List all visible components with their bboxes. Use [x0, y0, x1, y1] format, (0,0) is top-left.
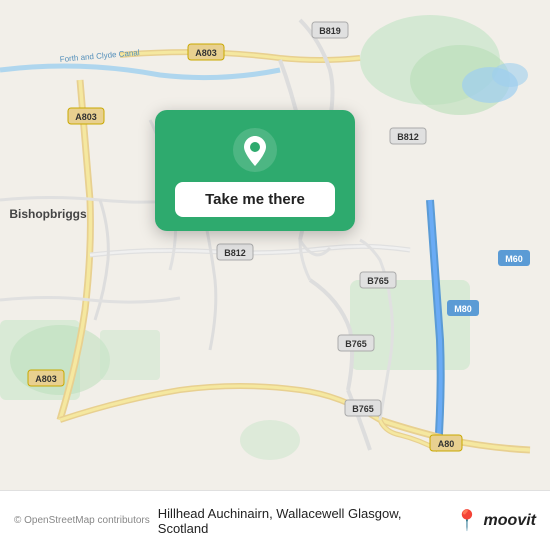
svg-text:A80: A80: [438, 439, 455, 449]
svg-text:B765: B765: [352, 404, 374, 414]
svg-text:A803: A803: [35, 374, 57, 384]
copyright-text: © OpenStreetMap contributors: [14, 515, 150, 526]
svg-text:B765: B765: [367, 276, 389, 286]
svg-text:M60: M60: [505, 254, 523, 264]
svg-text:B819: B819: [319, 26, 341, 36]
svg-text:A803: A803: [75, 112, 97, 122]
svg-text:B812: B812: [224, 248, 246, 258]
map-svg: A803 B819 A803 B812 Bishopbriggs Forth a…: [0, 0, 550, 490]
take-me-there-button[interactable]: Take me there: [175, 182, 335, 217]
svg-text:Bishopbriggs: Bishopbriggs: [9, 207, 87, 221]
svg-text:B812: B812: [397, 132, 419, 142]
moovit-logo: 📍 moovit: [455, 508, 536, 533]
svg-text:B765: B765: [345, 339, 367, 349]
footer-bar: © OpenStreetMap contributors Hillhead Au…: [0, 490, 550, 550]
moovit-brand-text: moovit: [484, 512, 536, 530]
location-popup: Take me there: [155, 110, 355, 231]
location-label: Hillhead Auchinairn, Wallacewell Glasgow…: [158, 506, 447, 536]
road-label-a803-top: A803: [195, 48, 217, 58]
svg-text:M80: M80: [454, 304, 472, 314]
location-pin-icon: [233, 128, 277, 172]
moovit-pin-icon: 📍: [455, 508, 480, 533]
map-area: A803 B819 A803 B812 Bishopbriggs Forth a…: [0, 0, 550, 490]
